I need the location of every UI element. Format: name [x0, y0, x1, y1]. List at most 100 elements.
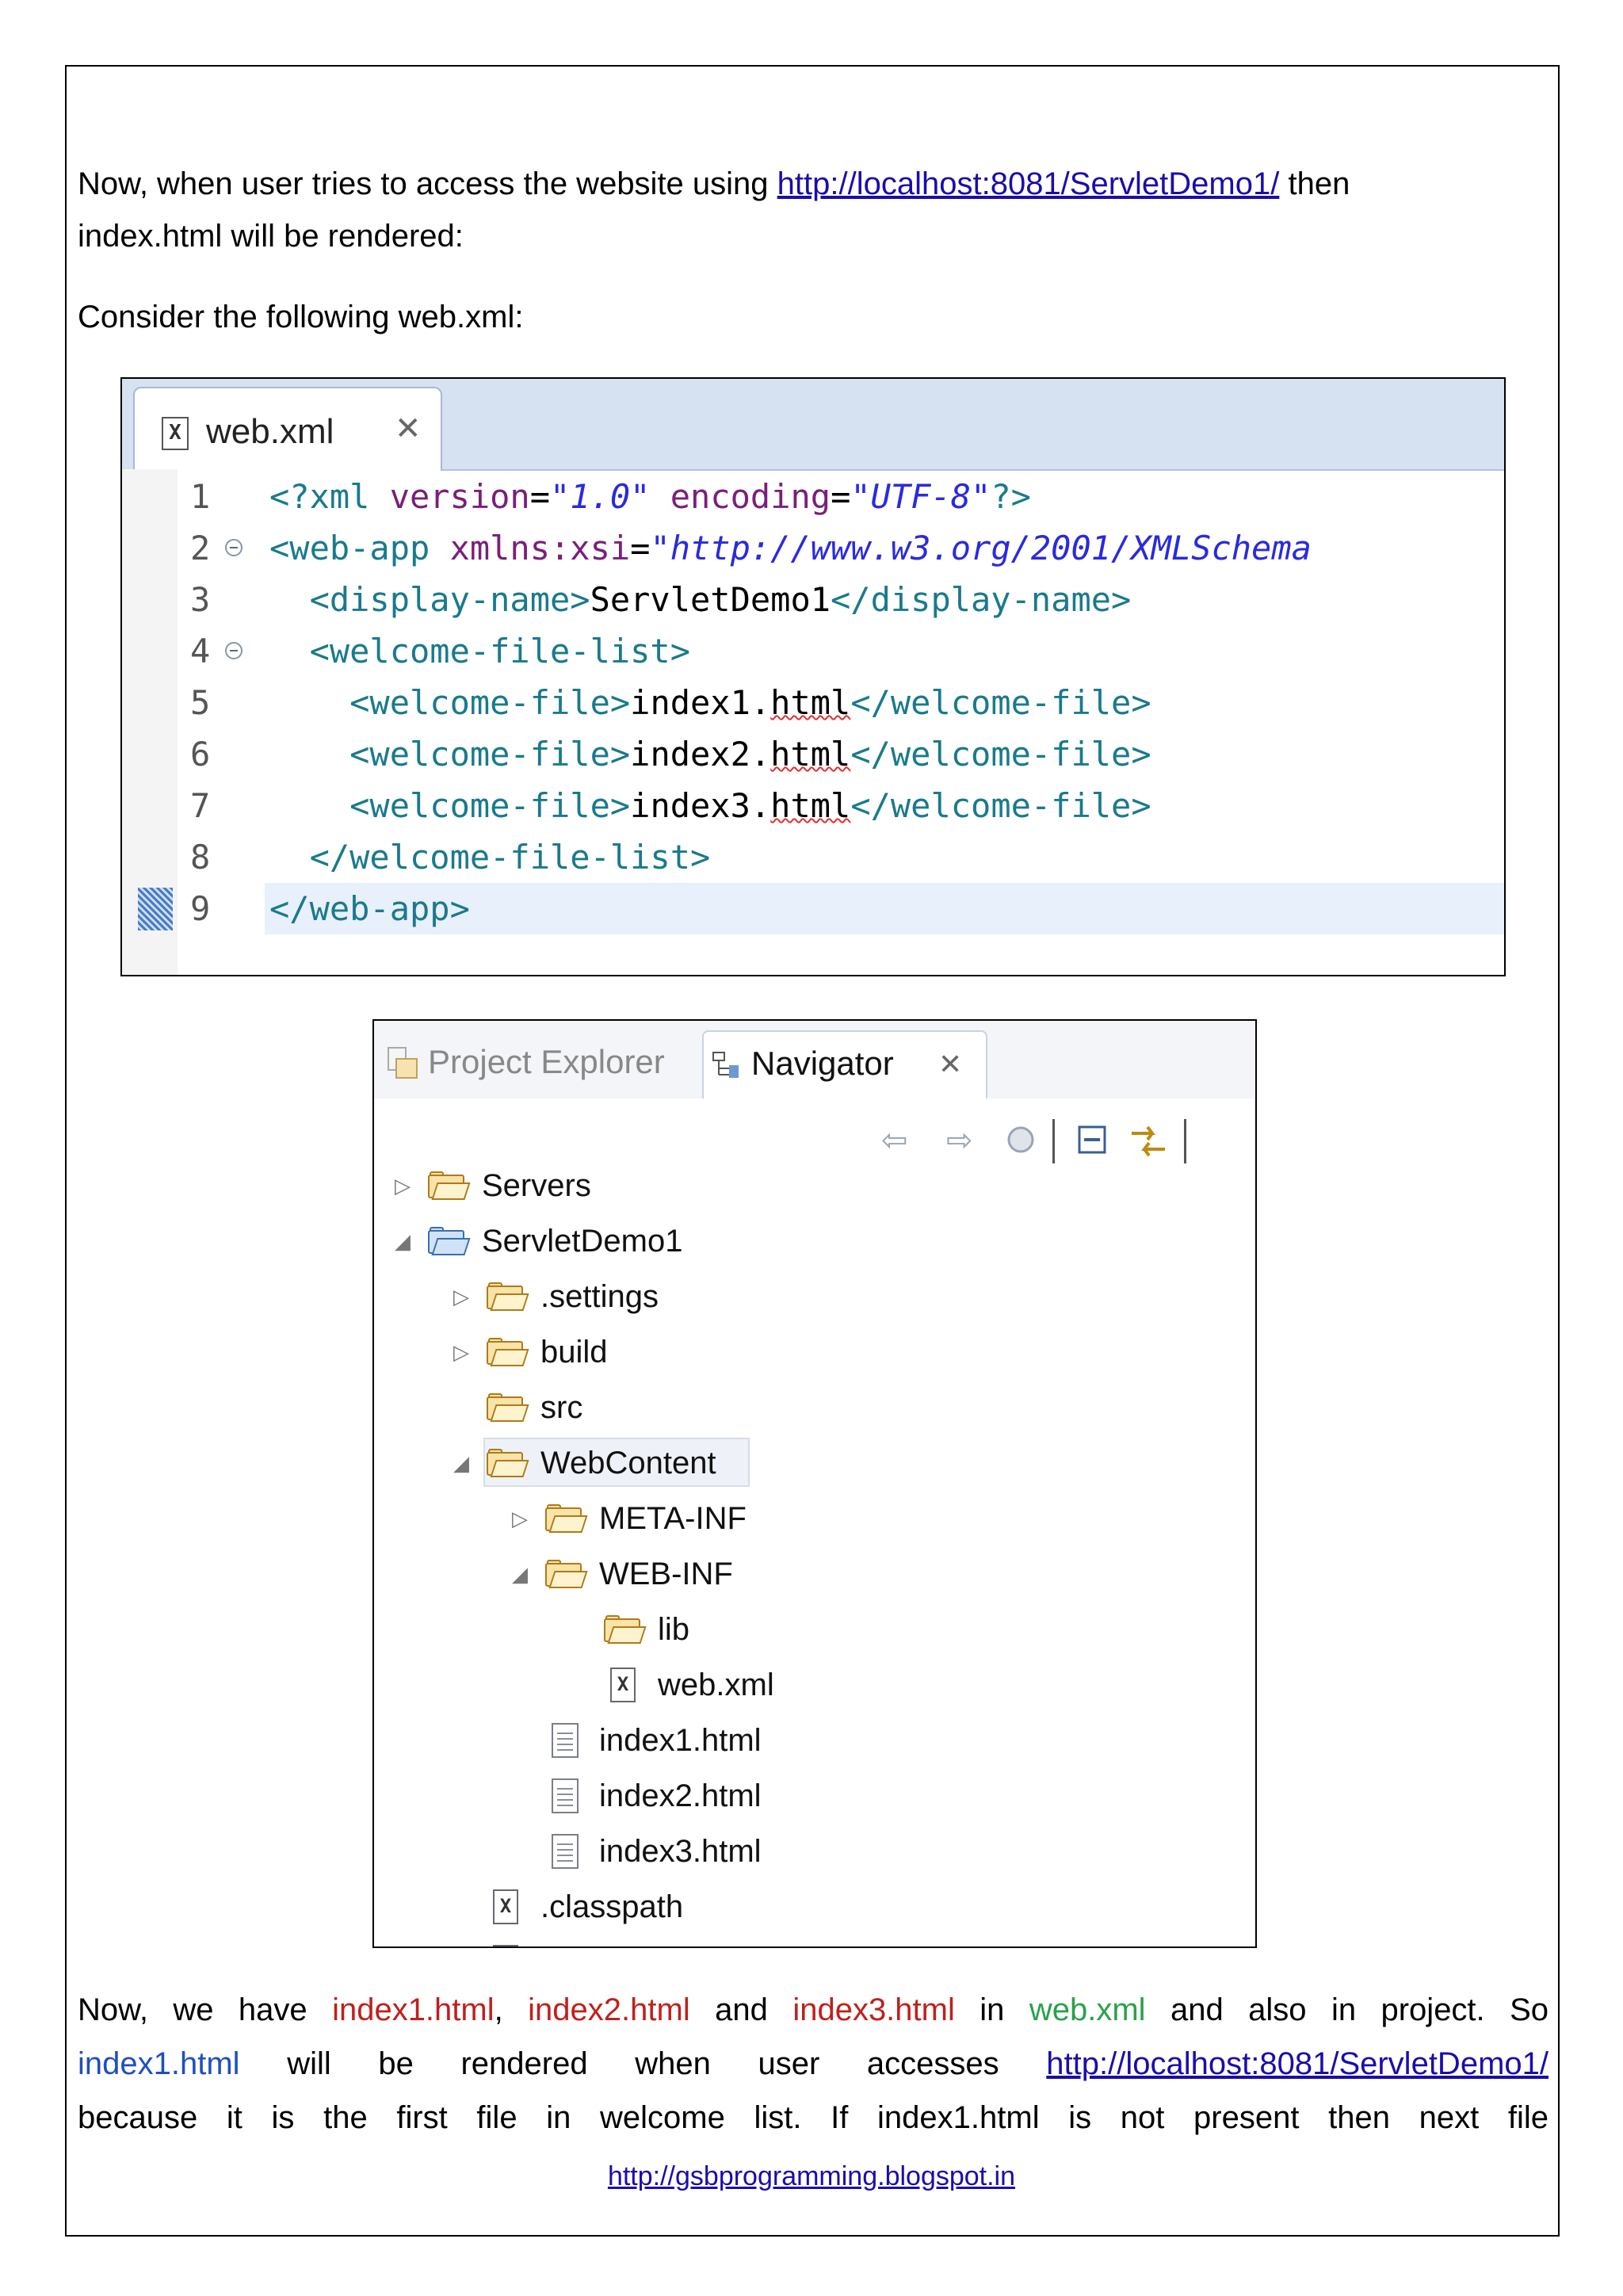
- code-line: 5 <welcome-file>index1.html</welcome-fil…: [122, 677, 1504, 728]
- code-text: <welcome-file>index1.html</welcome-file>: [269, 677, 1151, 728]
- html-file-icon: [552, 1834, 579, 1869]
- code-line: 2 <web-app xmlns:xsi="http://www.w3.org/2…: [122, 522, 1504, 574]
- go-up-icon[interactable]: [1005, 1124, 1037, 1156]
- code-line: 1 <?xml version="1.0" encoding="UTF-8"?>: [122, 471, 1504, 522]
- editor-tabbar: X web.xml ✕: [122, 379, 1504, 471]
- tree-item[interactable]: lib: [567, 1604, 1122, 1655]
- outro-text: ,: [494, 1992, 529, 2027]
- link-with-editor-icon[interactable]: [1128, 1122, 1168, 1160]
- code-token: =: [529, 477, 551, 516]
- code-token: </welcome-file-list>: [269, 838, 711, 877]
- line-number: 9: [190, 889, 211, 928]
- bookmark-marker-icon[interactable]: [138, 888, 173, 930]
- intro-line-1: Now, when user tries to access the websi…: [78, 157, 1549, 211]
- code-token: html: [770, 786, 851, 825]
- tree-item[interactable]: ▷ .settings: [450, 1271, 1005, 1322]
- tree-item-label: Servers: [482, 1168, 591, 1203]
- code-line: 4 <welcome-file-list>: [122, 625, 1504, 677]
- code-token: ?>: [991, 477, 1031, 516]
- collapsed-twisty-icon[interactable]: ▷: [453, 1327, 469, 1377]
- expanded-twisty-icon[interactable]: ◢: [395, 1216, 411, 1266]
- tree-item[interactable]: Xweb.xml: [567, 1660, 1122, 1710]
- code-token: "UTF-8": [850, 477, 991, 516]
- fold-toggle-icon[interactable]: [225, 539, 242, 556]
- xml-file-icon: X: [162, 417, 189, 450]
- tree-item-label: META-INF: [599, 1501, 747, 1536]
- localhost-link-2[interactable]: http://localhost:8081/ServletDemo1/: [1046, 2046, 1549, 2081]
- code-text: <welcome-file-list>: [269, 625, 690, 677]
- code-token: <welcome-file-list>: [269, 632, 691, 670]
- fold-toggle-icon[interactable]: [225, 642, 242, 659]
- code-line: 6 <welcome-file>index2.html</welcome-fil…: [122, 728, 1504, 780]
- tree-item[interactable]: index2.html: [509, 1771, 1064, 1821]
- navigator-icon: [712, 1052, 739, 1078]
- tree-item[interactable]: ◢ WebContent: [450, 1438, 1005, 1488]
- tab-web-xml[interactable]: X web.xml ✕: [133, 387, 442, 471]
- line-number: 6: [190, 735, 211, 774]
- folder-icon: [487, 1338, 529, 1366]
- xml-editor: X web.xml ✕ 1 <?xml version="1.0" encodin…: [120, 377, 1506, 976]
- tree-item[interactable]: ◢ WEB-INF: [509, 1549, 1064, 1599]
- collapsed-twisty-icon[interactable]: ▷: [453, 1271, 469, 1322]
- collapsed-twisty-icon[interactable]: ▷: [395, 1160, 411, 1211]
- code-token: ServletDemo1: [590, 580, 831, 619]
- tree-item-label: WebContent: [540, 1446, 716, 1480]
- tree-item[interactable]: X .project: [450, 1937, 1005, 1946]
- close-icon[interactable]: ✕: [938, 1048, 962, 1081]
- tree-item-label: index1.html: [599, 1723, 762, 1758]
- code-token: <welcome-file>: [269, 735, 631, 774]
- code-token: html: [770, 735, 851, 774]
- tree-item[interactable]: ▷ META-INF: [509, 1493, 1064, 1544]
- tree-item[interactable]: ▷ build: [450, 1327, 1005, 1377]
- folder-icon: [487, 1449, 529, 1477]
- tree-item[interactable]: src: [450, 1382, 1005, 1433]
- localhost-link[interactable]: http://localhost:8081/ServletDemo1/: [777, 166, 1280, 201]
- code-area[interactable]: 1 <?xml version="1.0" encoding="UTF-8"?> 2…: [122, 471, 1504, 934]
- code-token: </welcome-file>: [850, 735, 1151, 774]
- highlight-index1-blue: index1.html: [78, 2046, 240, 2081]
- tab-navigator-label: Navigator: [751, 1045, 894, 1082]
- outro-line-2: index1.html will be rendered when user a…: [78, 2037, 1549, 2091]
- code-line: 7 <welcome-file>index3.html</welcome-fil…: [122, 780, 1504, 831]
- forward-arrow-icon[interactable]: ⇨: [946, 1122, 973, 1159]
- tree-item[interactable]: index1.html: [509, 1715, 1064, 1766]
- collapsed-twisty-icon[interactable]: ▷: [512, 1493, 528, 1544]
- footer: http://gsbprogramming.blogspot.in: [0, 2159, 1623, 2194]
- xml-file-icon: X: [610, 1668, 636, 1702]
- expanded-twisty-icon[interactable]: ◢: [453, 1438, 469, 1488]
- code-token: </welcome-file>: [850, 683, 1151, 722]
- expanded-twisty-icon[interactable]: ◢: [512, 1549, 528, 1599]
- folder-icon: [604, 1615, 647, 1644]
- code-text: </welcome-file-list>: [269, 831, 711, 883]
- code-text: <welcome-file>index2.html</welcome-file>: [269, 728, 1151, 780]
- outro-text: and: [689, 1992, 793, 2027]
- folder-icon: [487, 1393, 529, 1422]
- footer-blog-link[interactable]: http://gsbprogramming.blogspot.in: [608, 2161, 1015, 2191]
- line-number: 3: [190, 580, 211, 619]
- tree-item-label: .classpath: [540, 1889, 684, 1924]
- folder-icon: [487, 1282, 529, 1311]
- back-arrow-icon[interactable]: ⇦: [881, 1122, 908, 1159]
- tab-navigator[interactable]: Navigator ✕: [702, 1030, 987, 1098]
- code-token: <welcome-file>: [269, 683, 631, 722]
- tab-project-explorer[interactable]: Project Explorer: [387, 1030, 702, 1098]
- tree-item[interactable]: X .classpath: [450, 1881, 1005, 1932]
- tree-item[interactable]: ◢ ServletDemo1: [391, 1216, 946, 1266]
- code-token: "1.0": [550, 477, 651, 516]
- code-token: index1.: [630, 683, 771, 722]
- outro-text: will be rendered when user accesses: [239, 2046, 1047, 2081]
- tree-item-label: ServletDemo1: [482, 1224, 683, 1259]
- html-file-icon: [552, 1723, 579, 1758]
- tree-item-label: lib: [658, 1612, 690, 1647]
- tree-item[interactable]: index3.html: [509, 1826, 1064, 1877]
- code-token: =: [831, 477, 851, 516]
- outro-text: and also in project. So: [1145, 1992, 1549, 2027]
- code-token: </welcome-file>: [850, 786, 1151, 825]
- tree-item[interactable]: ▷ Servers: [391, 1160, 946, 1211]
- tab-project-explorer-label: Project Explorer: [428, 1043, 665, 1080]
- tree-item-label: index3.html: [599, 1834, 762, 1869]
- collapse-all-icon[interactable]: [1076, 1124, 1111, 1159]
- xml-file-icon: X: [493, 1889, 518, 1924]
- outro-line-3: because it is the first file in welcome …: [78, 2100, 1549, 2135]
- close-icon[interactable]: ✕: [395, 411, 422, 447]
